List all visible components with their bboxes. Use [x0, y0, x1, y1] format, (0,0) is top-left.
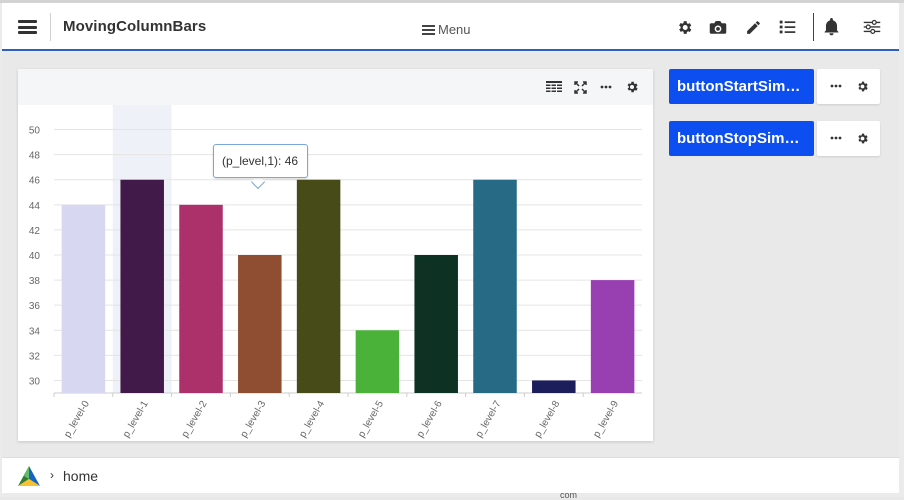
expand-icon[interactable] [572, 79, 588, 95]
bar-chart: 30 32 34 36 38 40 42 44 46 48 50 p_level-0 p_level-1… [29, 105, 642, 440]
pencil-icon[interactable] [743, 17, 763, 37]
widget-gear-icon[interactable] [624, 79, 640, 95]
x-category-label: p_level-5 [356, 399, 386, 440]
x-category-label: p_level-7 [474, 399, 504, 440]
y-tick-label: 40 [29, 251, 41, 262]
bar-p_level-1[interactable] [120, 179, 164, 393]
bar-p_level-3[interactable] [238, 255, 282, 393]
stop-sim-tools [817, 121, 880, 156]
y-tick-label: 34 [29, 326, 41, 337]
app-logo-icon[interactable] [16, 465, 42, 487]
chart-tooltip: (p_level,1): 46 [213, 144, 308, 178]
app-title: MovingColumnBars [63, 18, 207, 35]
bar-p_level-9[interactable] [590, 280, 635, 393]
menu-label: Menu [438, 22, 471, 37]
x-category-label: p_level-2 [180, 399, 210, 440]
hamburger-menu-icon[interactable] [18, 20, 37, 34]
start-sim-button[interactable]: buttonStartSim… [669, 69, 814, 104]
table-icon[interactable] [546, 79, 562, 95]
camera-icon[interactable] [708, 17, 728, 37]
stop-sim-button[interactable]: buttonStopSim… [669, 121, 814, 156]
app-frame: MovingColumnBars Menu 30 32 34 36 38 40 … [0, 0, 904, 500]
sliders-icon[interactable] [862, 17, 882, 37]
x-category-label: p_level-4 [297, 399, 327, 440]
gear-icon[interactable] [855, 79, 869, 93]
y-tick-label: 50 [29, 126, 41, 137]
y-tick-label: 36 [29, 301, 41, 312]
breadcrumb-home[interactable]: home [63, 468, 98, 484]
widget-toolbar [18, 69, 653, 105]
footer-breadcrumb-bar: › home [2, 457, 899, 493]
bar-p_level-0[interactable] [61, 204, 106, 393]
x-category-label: p_level-9 [591, 399, 621, 440]
more-icon[interactable] [829, 79, 843, 93]
bar-p_level-8[interactable] [532, 380, 576, 393]
y-tick-label: 32 [29, 351, 41, 362]
more-icon[interactable] [598, 79, 614, 95]
x-category-label: p_level-0 [62, 399, 92, 440]
bar-p_level-5[interactable] [355, 330, 400, 393]
y-tick-label: 48 [29, 151, 41, 162]
y-tick-label: 42 [29, 226, 41, 237]
header-divider [50, 13, 51, 41]
bell-icon[interactable] [821, 17, 841, 37]
x-category-label: p_level-8 [533, 399, 563, 440]
more-icon[interactable] [829, 131, 843, 145]
bar-p_level-6[interactable] [414, 255, 458, 393]
chart-widget: 30 32 34 36 38 40 42 44 46 48 50 p_level-0 p_level-1… [18, 69, 653, 441]
x-category-label: p_level-6 [415, 399, 445, 440]
menu-icon [422, 24, 435, 35]
start-sim-tools [817, 69, 880, 104]
gear-icon[interactable] [674, 17, 694, 37]
app-header: MovingColumnBars Menu [2, 3, 899, 51]
y-tick-label: 44 [29, 201, 41, 212]
x-category-label: p_level-1 [121, 399, 151, 440]
bar-p_level-2[interactable] [179, 204, 223, 393]
x-category-label: p_level-3 [239, 399, 269, 440]
background-text-fragment: com [560, 490, 578, 500]
menu-button[interactable]: Menu [422, 22, 471, 37]
breadcrumb-chevron-icon: › [50, 468, 54, 482]
bar-p_level-7[interactable] [473, 179, 517, 393]
header-divider-right [813, 13, 814, 41]
gear-icon[interactable] [855, 131, 869, 145]
list-icon[interactable] [777, 17, 797, 37]
y-tick-label: 46 [29, 176, 41, 187]
y-tick-label: 30 [29, 376, 41, 387]
bar-p_level-4[interactable] [296, 179, 341, 393]
y-tick-label: 38 [29, 276, 41, 287]
